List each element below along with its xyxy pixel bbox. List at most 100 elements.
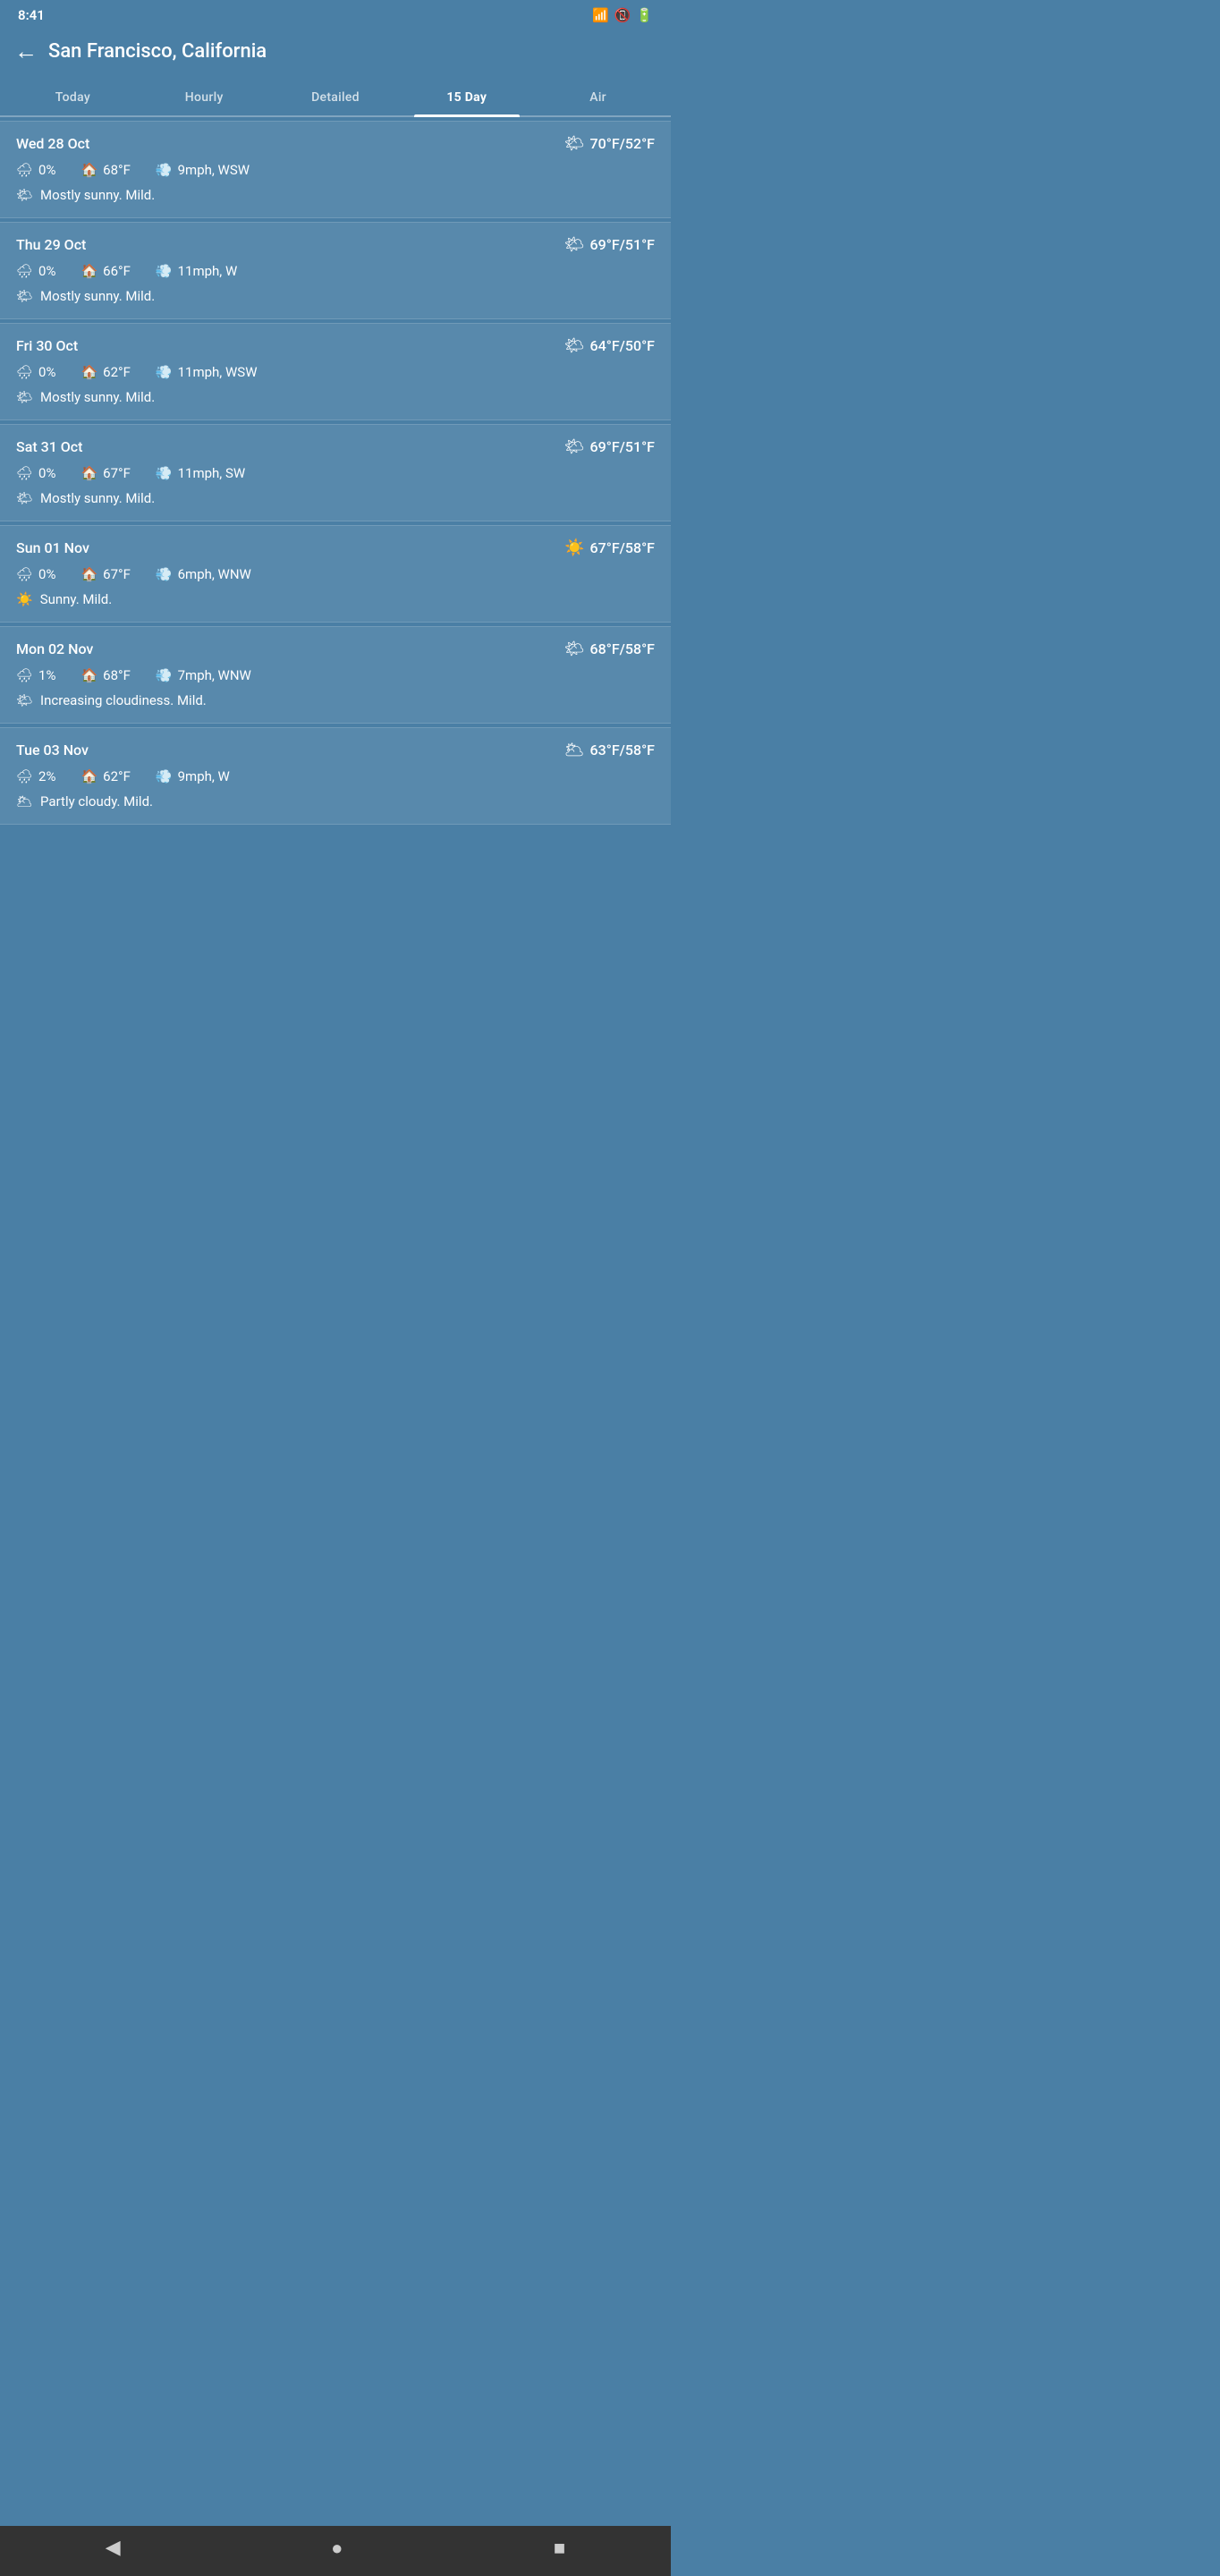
wind-icon: 💨 xyxy=(156,566,173,582)
description-row: 🌤 Increasing cloudiness. Mild. xyxy=(16,692,655,708)
day-description: Mostly sunny. Mild. xyxy=(40,389,155,405)
precip-chance: 1% xyxy=(38,667,55,683)
wind-item: 💨 9mph, WSW xyxy=(156,162,250,178)
back-button[interactable]: ← xyxy=(14,38,38,65)
wind-speed: 9mph, WSW xyxy=(178,162,250,178)
wind-icon: 💨 xyxy=(156,162,173,178)
tab-today[interactable]: Today xyxy=(7,80,139,115)
feels-like-item: 🏠 62°F xyxy=(80,364,130,380)
temp-high: 64°F/50°F xyxy=(590,337,655,354)
weather-icon-header: ☀️ xyxy=(564,538,584,557)
day-details: 🌧 0% 🏠 67°F 💨 11mph, SW xyxy=(16,465,655,481)
wind-icon: 💨 xyxy=(156,465,173,481)
precip-item: 🌧 0% xyxy=(16,566,55,582)
rain-icon: 🌧 xyxy=(16,263,33,279)
feels-like: 68°F xyxy=(103,162,131,178)
day-details: 🌧 0% 🏠 68°F 💨 9mph, WSW xyxy=(16,162,655,178)
wind-speed: 9mph, W xyxy=(178,768,230,784)
precip-chance: 0% xyxy=(38,162,55,178)
description-row: 🌤 Mostly sunny. Mild. xyxy=(16,288,655,304)
status-time: 8:41 xyxy=(18,7,45,23)
description-row: 🌤 Mostly sunny. Mild. xyxy=(16,187,655,203)
weather-icon-header: 🌤 xyxy=(564,437,585,456)
day-details: 🌧 2% 🏠 62°F 💨 9mph, W xyxy=(16,768,655,784)
day-card[interactable]: Wed 28 Oct 🌤 70°F/52°F 🌧 0% 🏠 68°F 💨 9m xyxy=(0,121,671,218)
precip-item: 🌧 0% xyxy=(16,465,55,481)
days-list: Wed 28 Oct 🌤 70°F/52°F 🌧 0% 🏠 68°F 💨 9m xyxy=(0,121,671,825)
temp-range: 🌤 70°F/52°F xyxy=(564,134,655,153)
day-card[interactable]: Fri 30 Oct 🌤 64°F/50°F 🌧 0% 🏠 62°F 💨 11 xyxy=(0,323,671,420)
nav-back-button[interactable]: ◀ xyxy=(106,2537,121,2560)
description-row: 🌥 Partly cloudy. Mild. xyxy=(16,793,655,809)
wind-speed: 11mph, W xyxy=(178,263,238,279)
day-description: Mostly sunny. Mild. xyxy=(40,490,155,506)
feels-like: 67°F xyxy=(103,566,131,582)
temp-high: 63°F/58°F xyxy=(590,741,655,758)
temp-high: 68°F/58°F xyxy=(590,640,655,657)
rain-icon: 🌧 xyxy=(16,768,33,784)
temp-high: 70°F/52°F xyxy=(590,135,655,152)
description-row: 🌤 Mostly sunny. Mild. xyxy=(16,389,655,405)
tab-hourly[interactable]: Hourly xyxy=(139,80,270,115)
tab-15day[interactable]: 15 Day xyxy=(401,80,532,115)
weather-icon-header: 🌤 xyxy=(564,336,585,355)
wind-icon: 💨 xyxy=(156,667,173,683)
wind-item: 💨 7mph, WNW xyxy=(156,667,251,683)
feels-like-item: 🏠 62°F xyxy=(80,768,130,784)
description-icon: 🌤 xyxy=(16,288,33,304)
nav-recents-button[interactable]: ■ xyxy=(554,2537,565,2560)
description-icon: 🌥 xyxy=(16,793,33,809)
day-description: Sunny. Mild. xyxy=(40,591,113,607)
feels-like-item: 🏠 67°F xyxy=(80,566,130,582)
day-header: Sat 31 Oct 🌤 69°F/51°F xyxy=(16,437,655,456)
day-card[interactable]: Mon 02 Nov 🌤 68°F/58°F 🌧 1% 🏠 68°F 💨 7m xyxy=(0,626,671,724)
weather-icon-header: 🌤 xyxy=(564,235,585,254)
day-card[interactable]: Sun 01 Nov ☀️ 67°F/58°F 🌧 0% 🏠 67°F 💨 6m xyxy=(0,525,671,623)
day-header: Mon 02 Nov 🌤 68°F/58°F xyxy=(16,640,655,658)
wind-item: 💨 9mph, W xyxy=(156,768,230,784)
feels-like: 67°F xyxy=(103,465,131,481)
day-date: Tue 03 Nov xyxy=(16,741,89,758)
description-icon: 🌤 xyxy=(16,692,33,708)
battery-icon: 🔋 xyxy=(636,7,653,23)
tab-detailed[interactable]: Detailed xyxy=(270,80,402,115)
temp-range: 🌤 68°F/58°F xyxy=(564,640,655,658)
temp-range: ☀️ 67°F/58°F xyxy=(564,538,655,557)
wind-icon: 💨 xyxy=(156,263,173,279)
feels-like-item: 🏠 66°F xyxy=(80,263,130,279)
day-card[interactable]: Tue 03 Nov 🌥 63°F/58°F 🌧 2% 🏠 62°F 💨 9m xyxy=(0,727,671,825)
wind-speed: 11mph, SW xyxy=(178,465,246,481)
precip-item: 🌧 1% xyxy=(16,667,55,683)
temp-high: 69°F/51°F xyxy=(590,236,655,253)
temp-range: 🌤 69°F/51°F xyxy=(564,235,655,254)
day-card[interactable]: Sat 31 Oct 🌤 69°F/51°F 🌧 0% 🏠 67°F 💨 11 xyxy=(0,424,671,521)
temp-range: 🌥 63°F/58°F xyxy=(564,741,655,759)
tab-air[interactable]: Air xyxy=(532,80,664,115)
weather-icon-header: 🌤 xyxy=(564,134,585,153)
house-icon: 🏠 xyxy=(80,364,97,380)
day-header: Thu 29 Oct 🌤 69°F/51°F xyxy=(16,235,655,254)
house-icon: 🏠 xyxy=(80,667,97,683)
description-icon: 🌤 xyxy=(16,187,33,203)
wind-icon: 💨 xyxy=(156,768,173,784)
page-title: San Francisco, California xyxy=(48,40,267,63)
tab-bar: Today Hourly Detailed 15 Day Air xyxy=(0,80,671,117)
feels-like-item: 🏠 68°F xyxy=(80,667,130,683)
temp-high: 67°F/58°F xyxy=(590,539,655,556)
wind-speed: 7mph, WNW xyxy=(178,667,251,683)
house-icon: 🏠 xyxy=(80,263,97,279)
feels-like: 66°F xyxy=(103,263,131,279)
wind-item: 💨 6mph, WNW xyxy=(156,566,251,582)
day-header: Sun 01 Nov ☀️ 67°F/58°F xyxy=(16,538,655,557)
house-icon: 🏠 xyxy=(80,465,97,481)
day-description: Mostly sunny. Mild. xyxy=(40,187,155,203)
wind-item: 💨 11mph, W xyxy=(156,263,237,279)
rain-icon: 🌧 xyxy=(16,566,33,582)
day-card[interactable]: Thu 29 Oct 🌤 69°F/51°F 🌧 0% 🏠 66°F 💨 11 xyxy=(0,222,671,319)
nav-home-button[interactable]: ● xyxy=(331,2537,343,2560)
precip-chance: 2% xyxy=(38,768,55,784)
precip-item: 🌧 0% xyxy=(16,162,55,178)
wind-speed: 6mph, WNW xyxy=(178,566,251,582)
day-date: Mon 02 Nov xyxy=(16,640,93,657)
day-header: Fri 30 Oct 🌤 64°F/50°F xyxy=(16,336,655,355)
